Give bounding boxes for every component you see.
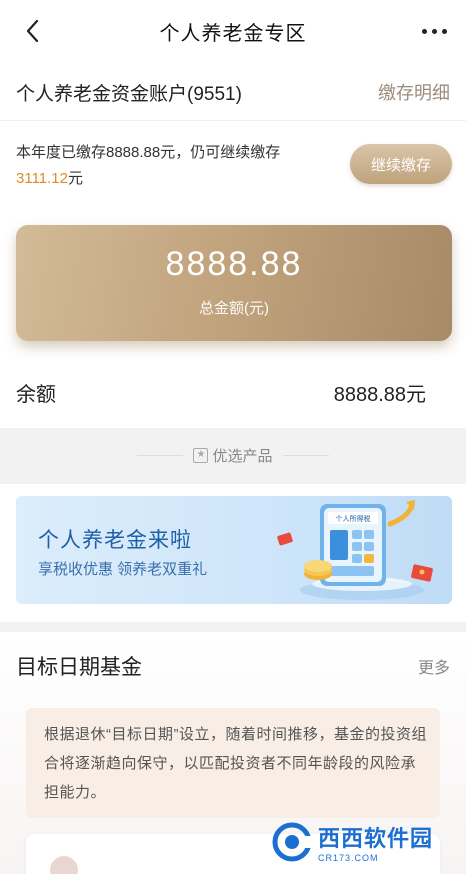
featured-title: ★ 优选产品 [193, 445, 273, 466]
fund-description-box: 根据退休“目标日期”设立，随着时间推移，基金的投资组合将逐渐趋向保守，以匹配投资… [26, 708, 440, 818]
remaining-amount: 3111.12 [16, 170, 68, 187]
more-button[interactable] [418, 18, 450, 44]
total-amount: 8888.88 [165, 245, 303, 283]
contribution-detail-link[interactable]: 缴存明细 [378, 79, 450, 105]
watermark-main: 西西软件园 [318, 826, 434, 851]
more-dots-icon [441, 28, 447, 34]
total-amount-card: 8888.88 总金额(元) [16, 225, 452, 341]
account-header: 个人养老金资金账户(9551) 缴存明细 [16, 72, 450, 112]
page-title: 个人养老金专区 [159, 22, 307, 45]
featured-title-text: 优选产品 [212, 447, 273, 465]
contribution-summary: 本年度已缴存8888.88元，仍可继续缴存 3111.12元 [16, 140, 316, 192]
banner-subtitle: 享税收优惠 领养老双重礼 [38, 561, 208, 578]
balance-value: 8888.88元 [333, 383, 426, 406]
fund-logo-icon [50, 856, 78, 874]
divider [137, 454, 184, 456]
calculator-illustration-icon: 个人所得税 [277, 500, 433, 600]
total-amount-label: 总金额(元) [199, 300, 269, 317]
pension-promo-banner[interactable]: 个人养老金来啦 享税收优惠 领养老双重礼 个人所得税 [16, 496, 452, 604]
watermark-sub: CR173.COM [318, 853, 379, 863]
divider [0, 120, 466, 121]
banner-device-label: 个人所得税 [336, 514, 371, 523]
balance-row: 余额 8888.88元 [16, 372, 426, 412]
watermark-logo-icon [272, 822, 312, 862]
page: 个人养老金专区 个人养老金资金账户(9551) 缴存明细 本年度已缴存8888.… [0, 0, 466, 874]
watermark-text: 西西软件园 CR173.COM [318, 821, 433, 863]
star-box-icon: ★ [193, 447, 209, 463]
continue-contribution-button[interactable]: 继续缴存 [350, 144, 452, 184]
fund-more-link[interactable]: 更多 [418, 654, 450, 678]
more-dots-icon [431, 28, 437, 34]
fund-description: 根据退休“目标日期”设立，随着时间推移，基金的投资组合将逐渐趋向保守，以匹配投资… [44, 726, 427, 801]
account-card: 个人养老金资金账户(9551) 缴存明细 本年度已缴存8888.88元，仍可继续… [0, 62, 466, 428]
banner-section: 个人养老金来啦 享税收优惠 领养老双重礼 个人所得税 [0, 484, 466, 622]
balance-label: 余额 [16, 383, 56, 406]
back-button[interactable] [18, 17, 46, 45]
divider [282, 454, 329, 456]
fund-header: 目标日期基金 更多 [16, 650, 450, 682]
contribution-suffix: 元 [68, 170, 84, 187]
contribution-prefix: 本年度已缴存8888.88元，仍可继续缴存 [16, 144, 281, 161]
banner-title: 个人养老金来啦 [38, 529, 192, 552]
chevron-left-icon [26, 19, 39, 43]
account-name: 个人养老金资金账户(9551) [16, 83, 242, 105]
fund-section-title: 目标日期基金 [16, 656, 142, 679]
featured-header: ★ 优选产品 [0, 440, 466, 470]
more-dots-icon [421, 28, 427, 34]
watermark: 西西软件园 CR173.COM [272, 816, 452, 868]
nav-bar: 个人养老金专区 [0, 0, 466, 62]
